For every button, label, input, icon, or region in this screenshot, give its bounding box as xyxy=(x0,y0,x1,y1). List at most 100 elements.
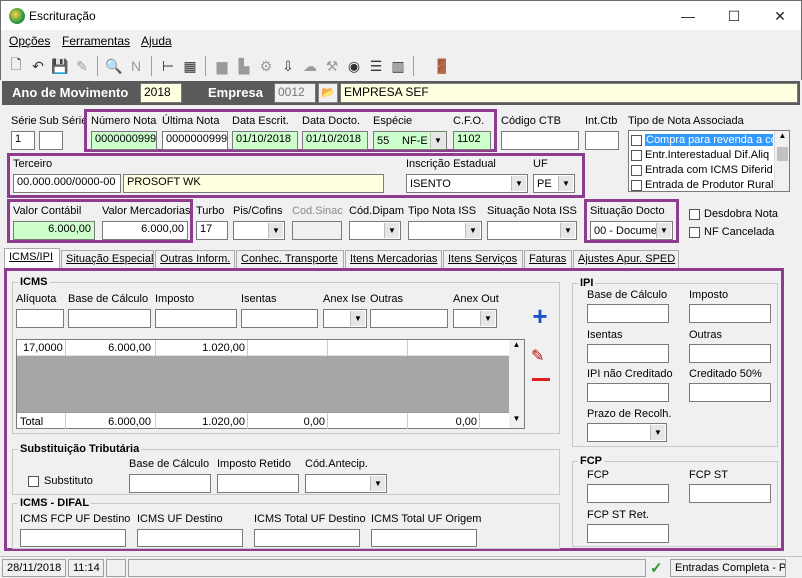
turbo-field[interactable]: 17 xyxy=(196,221,228,240)
fcpst-field[interactable] xyxy=(689,484,771,503)
calculator-icon[interactable]: ▦ xyxy=(181,57,199,75)
list-item[interactable]: Entrada de Produtor Rural xyxy=(631,178,773,191)
difal-total-destino-field[interactable] xyxy=(254,529,360,547)
chevron-down-icon[interactable]: ▼ xyxy=(560,223,575,238)
fcpstret-field[interactable] xyxy=(587,524,669,543)
minimize-button[interactable]: — xyxy=(665,1,711,31)
tab-itens-mercadorias[interactable]: Itens Mercadorias xyxy=(345,250,442,268)
anex-ise-select[interactable]: ▼ xyxy=(323,309,367,328)
preview-icon[interactable]: 🔍 xyxy=(105,57,123,75)
wrench-icon[interactable]: ⚙ xyxy=(257,57,275,75)
nfe-icon[interactable]: N xyxy=(127,57,145,75)
chevron-down-icon[interactable]: ▼ xyxy=(480,311,495,326)
intctb-field[interactable] xyxy=(585,131,619,150)
tipo-nota-iss-select[interactable]: ▼ xyxy=(408,221,482,240)
uf-select[interactable]: PE ▼ xyxy=(533,174,575,193)
close-button[interactable]: ✕ xyxy=(757,1,802,31)
cancelada-checkbox[interactable] xyxy=(689,227,700,238)
checkbox[interactable] xyxy=(631,149,642,161)
menu-ferramentas[interactable]: Ferramentas xyxy=(62,34,130,48)
fcp-field[interactable] xyxy=(587,484,669,503)
chevron-down-icon[interactable]: ▼ xyxy=(465,223,480,238)
cfo-field[interactable]: 1102 xyxy=(453,131,491,150)
chevron-down-icon[interactable]: ▼ xyxy=(350,311,365,326)
chevron-down-icon[interactable]: ▼ xyxy=(509,414,524,428)
empresa-code-field[interactable]: 0012 xyxy=(274,83,316,103)
tab-conhec-transporte[interactable]: Conhec. Transporte xyxy=(236,250,344,268)
chevron-up-icon[interactable]: ▲ xyxy=(775,131,789,145)
terceiro-code-field[interactable]: 00.000.000/0000-00 xyxy=(13,174,121,193)
chevron-down-icon[interactable]: ▼ xyxy=(650,425,665,440)
open-folder-icon[interactable]: 📂 xyxy=(318,83,338,103)
ano-field[interactable]: 2018 xyxy=(140,83,182,103)
remove-icon[interactable] xyxy=(532,378,550,381)
tab-outras-inform[interactable]: Outras Inform. xyxy=(155,250,235,268)
checkbox[interactable] xyxy=(631,134,642,146)
grid-scrollbar[interactable]: ▲ ▼ xyxy=(509,340,524,428)
chevron-down-icon[interactable]: ▼ xyxy=(384,223,399,238)
aliquota-field[interactable] xyxy=(16,309,64,328)
edit-icon[interactable]: ✎ xyxy=(531,346,544,366)
ipi-isentas-field[interactable] xyxy=(587,344,669,363)
st-base-field[interactable] xyxy=(129,474,211,493)
chevron-down-icon[interactable]: ▼ xyxy=(370,476,385,491)
scroll-thumb[interactable] xyxy=(777,147,788,161)
desdobra-checkbox[interactable] xyxy=(689,209,700,220)
valor-contabil-field[interactable]: 6.000,00 xyxy=(13,221,95,240)
coins-icon[interactable]: ◉ xyxy=(345,57,363,75)
outras-field[interactable] xyxy=(370,309,448,328)
valor-mercadorias-field[interactable]: 6.000,00 xyxy=(102,221,188,240)
difal-uf-destino-field[interactable] xyxy=(137,529,243,547)
list-item[interactable]: Entr.Interestadual Dif.Aliq xyxy=(631,148,773,162)
stack-icon[interactable]: ▙ xyxy=(235,57,253,75)
list-scrollbar[interactable]: ▲ xyxy=(774,131,789,191)
folder-icon[interactable]: ▆ xyxy=(213,57,231,75)
checkbox[interactable] xyxy=(631,164,642,176)
tree-icon[interactable]: ⊢ xyxy=(159,57,177,75)
base-calculo-field[interactable] xyxy=(68,309,151,328)
checkbox[interactable] xyxy=(631,179,642,191)
st-retido-field[interactable] xyxy=(217,474,299,493)
codctb-field[interactable] xyxy=(501,131,579,150)
tools-icon[interactable]: ⚒ xyxy=(323,57,341,75)
tab-situacao-especial[interactable]: Situação Especial xyxy=(61,250,154,268)
situacao-docto-select[interactable]: 00 - Documen ▼ xyxy=(590,221,673,240)
especie-select[interactable]: 55 NF-E ▼ xyxy=(373,131,447,150)
add-icon[interactable]: + xyxy=(528,303,552,329)
data-escrit-field[interactable]: 01/10/2018 xyxy=(232,131,298,150)
list-icon[interactable]: ☰ xyxy=(367,57,385,75)
chevron-down-icon[interactable]: ▼ xyxy=(268,223,283,238)
chevron-down-icon[interactable]: ▼ xyxy=(558,176,573,191)
menu-ajuda[interactable]: Ajuda xyxy=(141,34,172,48)
undo-icon[interactable]: ↶ xyxy=(29,57,47,75)
list-item[interactable]: Entrada com ICMS Diferido xyxy=(631,163,773,177)
imposto-field[interactable] xyxy=(155,309,237,328)
chevron-up-icon[interactable]: ▲ xyxy=(509,340,524,354)
cloud-icon[interactable]: ☁ xyxy=(301,57,319,75)
isentas-field[interactable] xyxy=(241,309,318,328)
chevron-down-icon[interactable]: ▼ xyxy=(656,223,671,238)
menu-opcoes[interactable]: Opções xyxy=(9,34,50,48)
tab-ajustes-apur-sped[interactable]: Ajustes Apur. SPED xyxy=(573,250,679,268)
data-docto-field[interactable]: 01/10/2018 xyxy=(302,131,368,150)
st-codantecip-select[interactable]: ▼ xyxy=(305,474,387,493)
ipi-cred50-field[interactable] xyxy=(689,383,771,402)
new-document-icon[interactable]: 🗋 xyxy=(7,56,25,75)
icms-grid[interactable]: 17,0000 6.000,00 1.020,00 Total 6.000,00… xyxy=(16,339,525,429)
table-row[interactable]: 17,0000 6.000,00 1.020,00 xyxy=(17,340,509,356)
exit-door-icon[interactable]: 🚪 xyxy=(433,57,451,75)
ipi-base-field[interactable] xyxy=(587,304,669,323)
maximize-button[interactable]: ☐ xyxy=(711,1,757,31)
eraser-icon[interactable]: ✎ xyxy=(73,57,91,75)
list-item[interactable]: Compra para revenda a co xyxy=(631,133,773,147)
tab-itens-servicos[interactable]: Itens Serviços xyxy=(443,250,523,268)
difal-total-origem-field[interactable] xyxy=(371,529,477,547)
ipi-imposto-field[interactable] xyxy=(689,304,771,323)
ipi-nao-cred-field[interactable] xyxy=(587,383,669,402)
ie-select[interactable]: ISENTO ▼ xyxy=(406,174,528,193)
chevron-down-icon[interactable]: ▼ xyxy=(511,176,526,191)
tab-icms-ipi[interactable]: ICMS/IPI xyxy=(4,248,60,268)
coddipam-select[interactable]: ▼ xyxy=(349,221,401,240)
numero-field[interactable]: 0000000999 xyxy=(91,131,157,150)
tipo-nota-list[interactable]: Compra para revenda a co Entr.Interestad… xyxy=(628,130,790,192)
